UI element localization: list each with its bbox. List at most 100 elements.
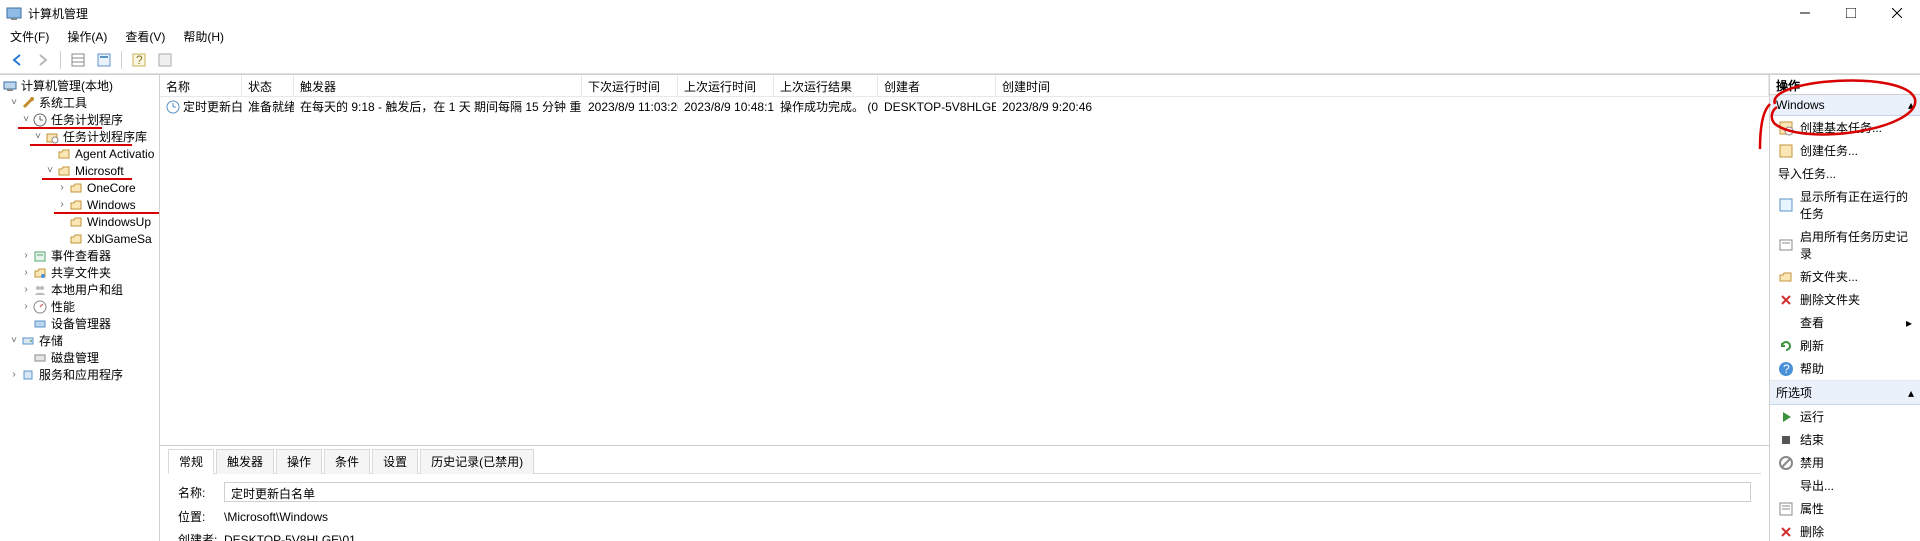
computer-icon: [2, 78, 18, 94]
tree-root[interactable]: 计算机管理(本地): [0, 77, 159, 94]
action-end[interactable]: 结束: [1770, 428, 1920, 451]
table-row[interactable]: 定时更新白... 准备就绪 在每天的 9:18 - 触发后，在 1 天 期间每隔…: [160, 97, 1769, 116]
chevron-right-icon: ▸: [1906, 316, 1912, 330]
detail-author-label: 创建者:: [178, 531, 224, 541]
action-view[interactable]: 查看 ▸: [1770, 311, 1920, 334]
tree-root-label: 计算机管理(本地): [21, 77, 113, 94]
folder-icon: [56, 146, 72, 162]
event-icon: [32, 248, 48, 264]
action-import-task[interactable]: 导入任务...: [1770, 162, 1920, 185]
tree-storage[interactable]: ˅ 存储: [0, 332, 159, 349]
tree-local-users[interactable]: › 本地用户和组: [0, 281, 159, 298]
properties-button[interactable]: [93, 49, 115, 71]
menu-file[interactable]: 文件(F): [6, 26, 53, 47]
action-export[interactable]: 导出...: [1770, 474, 1920, 497]
detail-loc-value: \Microsoft\Windows: [224, 510, 328, 524]
svg-text:?: ?: [136, 53, 143, 67]
stop-icon: [1778, 432, 1794, 448]
tree-device-manager[interactable]: 设备管理器: [0, 315, 159, 332]
col-lastresult[interactable]: 上次运行结果: [774, 75, 878, 96]
col-lastrun[interactable]: 上次运行时间: [678, 75, 774, 96]
col-created[interactable]: 创建时间: [996, 75, 1769, 96]
action-properties[interactable]: 属性: [1770, 497, 1920, 520]
action-delete-folder[interactable]: 删除文件夹: [1770, 288, 1920, 311]
tree-xblgamesa[interactable]: XblGameSa: [0, 230, 159, 247]
action-new-folder[interactable]: 新文件夹...: [1770, 265, 1920, 288]
detail-loc-label: 位置:: [178, 508, 224, 525]
disk-icon: [32, 350, 48, 366]
menu-action[interactable]: 操作(A): [63, 26, 111, 47]
tree-disk-management[interactable]: 磁盘管理: [0, 349, 159, 366]
tree-system-tools[interactable]: ˅ 系统工具: [0, 94, 159, 111]
col-name[interactable]: 名称: [160, 75, 242, 96]
storage-icon: [20, 333, 36, 349]
detail-pane: 常规 触发器 操作 条件 设置 历史记录(已禁用) 名称: 定时更新白名单 位置…: [160, 445, 1769, 541]
action-disable[interactable]: 禁用: [1770, 451, 1920, 474]
detail-name-label: 名称:: [178, 484, 224, 501]
col-nextrun[interactable]: 下次运行时间: [582, 75, 678, 96]
action-show-running[interactable]: 显示所有正在运行的任务: [1770, 185, 1920, 225]
tree-shared-folders[interactable]: › 共享文件夹: [0, 264, 159, 281]
tab-settings[interactable]: 设置: [372, 449, 418, 474]
help-button[interactable]: ?: [128, 49, 150, 71]
tree-pane: 计算机管理(本地) ˅ 系统工具 ˅ 任务计划程序 ˅ 任务计划程序库 Agen…: [0, 75, 160, 541]
back-button[interactable]: [6, 49, 28, 71]
folder-new-icon: [1778, 269, 1794, 285]
history-icon: [1778, 237, 1794, 253]
forward-button[interactable]: [32, 49, 54, 71]
tree-onecore[interactable]: › OneCore: [0, 179, 159, 196]
disable-icon: [1778, 455, 1794, 471]
collapse-icon: ▴: [1908, 98, 1914, 112]
action-create-task[interactable]: 创建任务...: [1770, 139, 1920, 162]
tree-windows[interactable]: › Windows: [0, 196, 159, 213]
title-bar: 计算机管理: [0, 0, 1920, 26]
detail-tabs: 常规 触发器 操作 条件 设置 历史记录(已禁用): [168, 448, 1761, 474]
tools-icon: [20, 95, 36, 111]
menu-bar: 文件(F) 操作(A) 查看(V) 帮助(H): [0, 26, 1920, 46]
col-trigger[interactable]: 触发器: [294, 75, 582, 96]
users-icon: [32, 282, 48, 298]
action-run[interactable]: 运行: [1770, 405, 1920, 428]
properties-icon: [1778, 501, 1794, 517]
detail-author-value: DESKTOP-5V8HLGE\01: [224, 533, 356, 541]
maximize-button[interactable]: [1828, 0, 1874, 26]
minimize-button[interactable]: [1782, 0, 1828, 26]
tree-event-viewer[interactable]: › 事件查看器: [0, 247, 159, 264]
section-header-windows[interactable]: Windows ▴: [1770, 95, 1920, 116]
tab-conditions[interactable]: 条件: [324, 449, 370, 474]
delete-icon: [1778, 524, 1794, 540]
tab-triggers[interactable]: 触发器: [216, 449, 274, 474]
tree-task-library[interactable]: ˅ 任务计划程序库: [0, 128, 159, 145]
tab-history[interactable]: 历史记录(已禁用): [420, 449, 534, 474]
actions-title: 操作: [1770, 75, 1920, 95]
close-button[interactable]: [1874, 0, 1920, 26]
tree-microsoft[interactable]: ˅ Microsoft: [0, 162, 159, 179]
services-icon: [20, 367, 36, 383]
menu-help[interactable]: 帮助(H): [179, 26, 228, 47]
detail-name-value: 定时更新白名单: [224, 482, 1751, 502]
toolbar-extra-button[interactable]: [154, 49, 176, 71]
action-create-basic-task[interactable]: 创建基本任务...: [1770, 116, 1920, 139]
col-status[interactable]: 状态: [242, 75, 294, 96]
tree-agent-activation[interactable]: Agent Activatio: [0, 145, 159, 162]
action-delete[interactable]: 删除: [1770, 520, 1920, 541]
tree-performance[interactable]: › 性能: [0, 298, 159, 315]
action-help[interactable]: ? 帮助: [1770, 357, 1920, 380]
menu-view[interactable]: 查看(V): [121, 26, 169, 47]
window-title: 计算机管理: [28, 5, 88, 22]
col-author[interactable]: 创建者: [878, 75, 996, 96]
tree-windowsup[interactable]: WindowsUp: [0, 213, 159, 230]
tab-general[interactable]: 常规: [168, 449, 214, 474]
task-basic-icon: [1778, 120, 1794, 136]
tree-services-apps[interactable]: › 服务和应用程序: [0, 366, 159, 383]
action-refresh[interactable]: 刷新: [1770, 334, 1920, 357]
running-icon: [1778, 197, 1794, 213]
library-icon: [44, 129, 60, 145]
show-hide-tree-button[interactable]: [67, 49, 89, 71]
action-enable-history[interactable]: 启用所有任务历史记录: [1770, 225, 1920, 265]
section-header-selected[interactable]: 所选项 ▴: [1770, 381, 1920, 405]
tree-task-scheduler[interactable]: ˅ 任务计划程序: [0, 111, 159, 128]
tab-actions[interactable]: 操作: [276, 449, 322, 474]
folder-icon: [68, 214, 84, 230]
folder-icon: [68, 197, 84, 213]
